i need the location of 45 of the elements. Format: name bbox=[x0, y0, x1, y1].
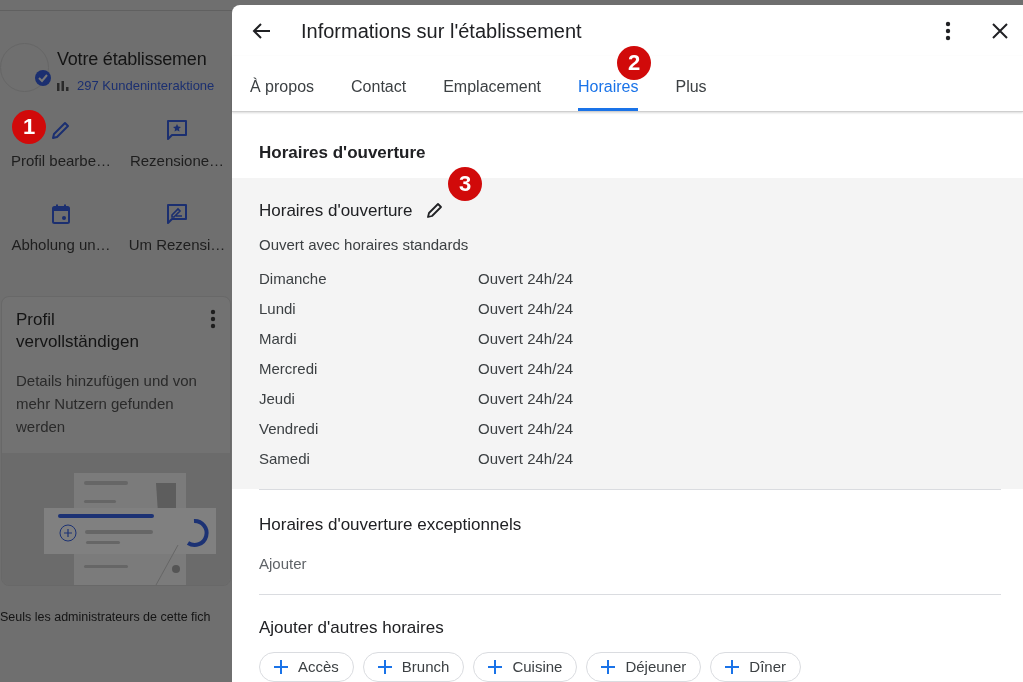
day-hours: Ouvert 24h/24 bbox=[478, 329, 574, 350]
day-hours: Ouvert 24h/24 bbox=[478, 299, 574, 320]
bar-chart-icon bbox=[57, 80, 69, 91]
close-icon[interactable] bbox=[991, 21, 1009, 40]
plus-icon bbox=[725, 660, 740, 674]
star-message-icon bbox=[165, 117, 189, 142]
hours-status: Ouvert avec horaires standards bbox=[259, 235, 470, 255]
step-marker: 2 bbox=[617, 46, 651, 80]
day-label: Dimanche bbox=[259, 269, 328, 290]
calendar-icon bbox=[49, 202, 73, 226]
day-hours: Ouvert 24h/24 bbox=[478, 359, 574, 380]
card-description: Details hinzufügen und von mehr Nutzern gefunden werden bbox=[15, 370, 198, 437]
business-name: Votre établissemen bbox=[57, 48, 208, 71]
add-link[interactable]: Ajouter bbox=[259, 553, 307, 576]
exceptional-hours-title: Horaires d'ouverture exceptionnels bbox=[259, 513, 523, 536]
dialog-title: Informations sur l'établissement bbox=[301, 18, 582, 44]
other-hours-title: Ajouter d'autres horaires bbox=[259, 616, 445, 639]
more-icon[interactable] bbox=[945, 20, 951, 41]
step-marker: 1 bbox=[12, 110, 46, 144]
plus-icon bbox=[601, 660, 616, 674]
verified-badge-icon bbox=[34, 69, 52, 87]
card-title: Profil vervollständigen bbox=[16, 308, 140, 353]
admin-note: Seuls les administrateurs de cette fich bbox=[0, 608, 212, 626]
day-hours: Ouvert 24h/24 bbox=[478, 389, 574, 410]
day-label: Vendredi bbox=[259, 419, 320, 440]
plus-icon bbox=[488, 660, 503, 674]
tab[interactable]: Plus bbox=[675, 55, 707, 111]
day-label: Mercredi bbox=[259, 359, 319, 380]
tab[interactable]: Emplacement bbox=[443, 55, 541, 111]
tab[interactable]: À propos bbox=[250, 55, 315, 111]
plus-icon bbox=[274, 660, 288, 674]
edit-message-icon bbox=[165, 202, 189, 226]
day-hours: Ouvert 24h/24 bbox=[478, 269, 574, 290]
day-hours: Ouvert 24h/24 bbox=[478, 419, 574, 440]
day-label: Lundi bbox=[259, 299, 297, 320]
section-heading: Horaires d'ouverture bbox=[259, 142, 427, 164]
pencil-icon[interactable] bbox=[426, 201, 445, 220]
tab[interactable]: Contact bbox=[351, 55, 407, 111]
plus-icon bbox=[377, 660, 392, 674]
day-label: Jeudi bbox=[259, 389, 296, 410]
hours-title: Horaires d'ouverture bbox=[259, 199, 413, 222]
day-hours: Ouvert 24h/24 bbox=[478, 449, 574, 470]
day-label: Samedi bbox=[259, 449, 311, 470]
step-marker: 3 bbox=[448, 167, 482, 201]
day-label: Mardi bbox=[259, 329, 298, 350]
